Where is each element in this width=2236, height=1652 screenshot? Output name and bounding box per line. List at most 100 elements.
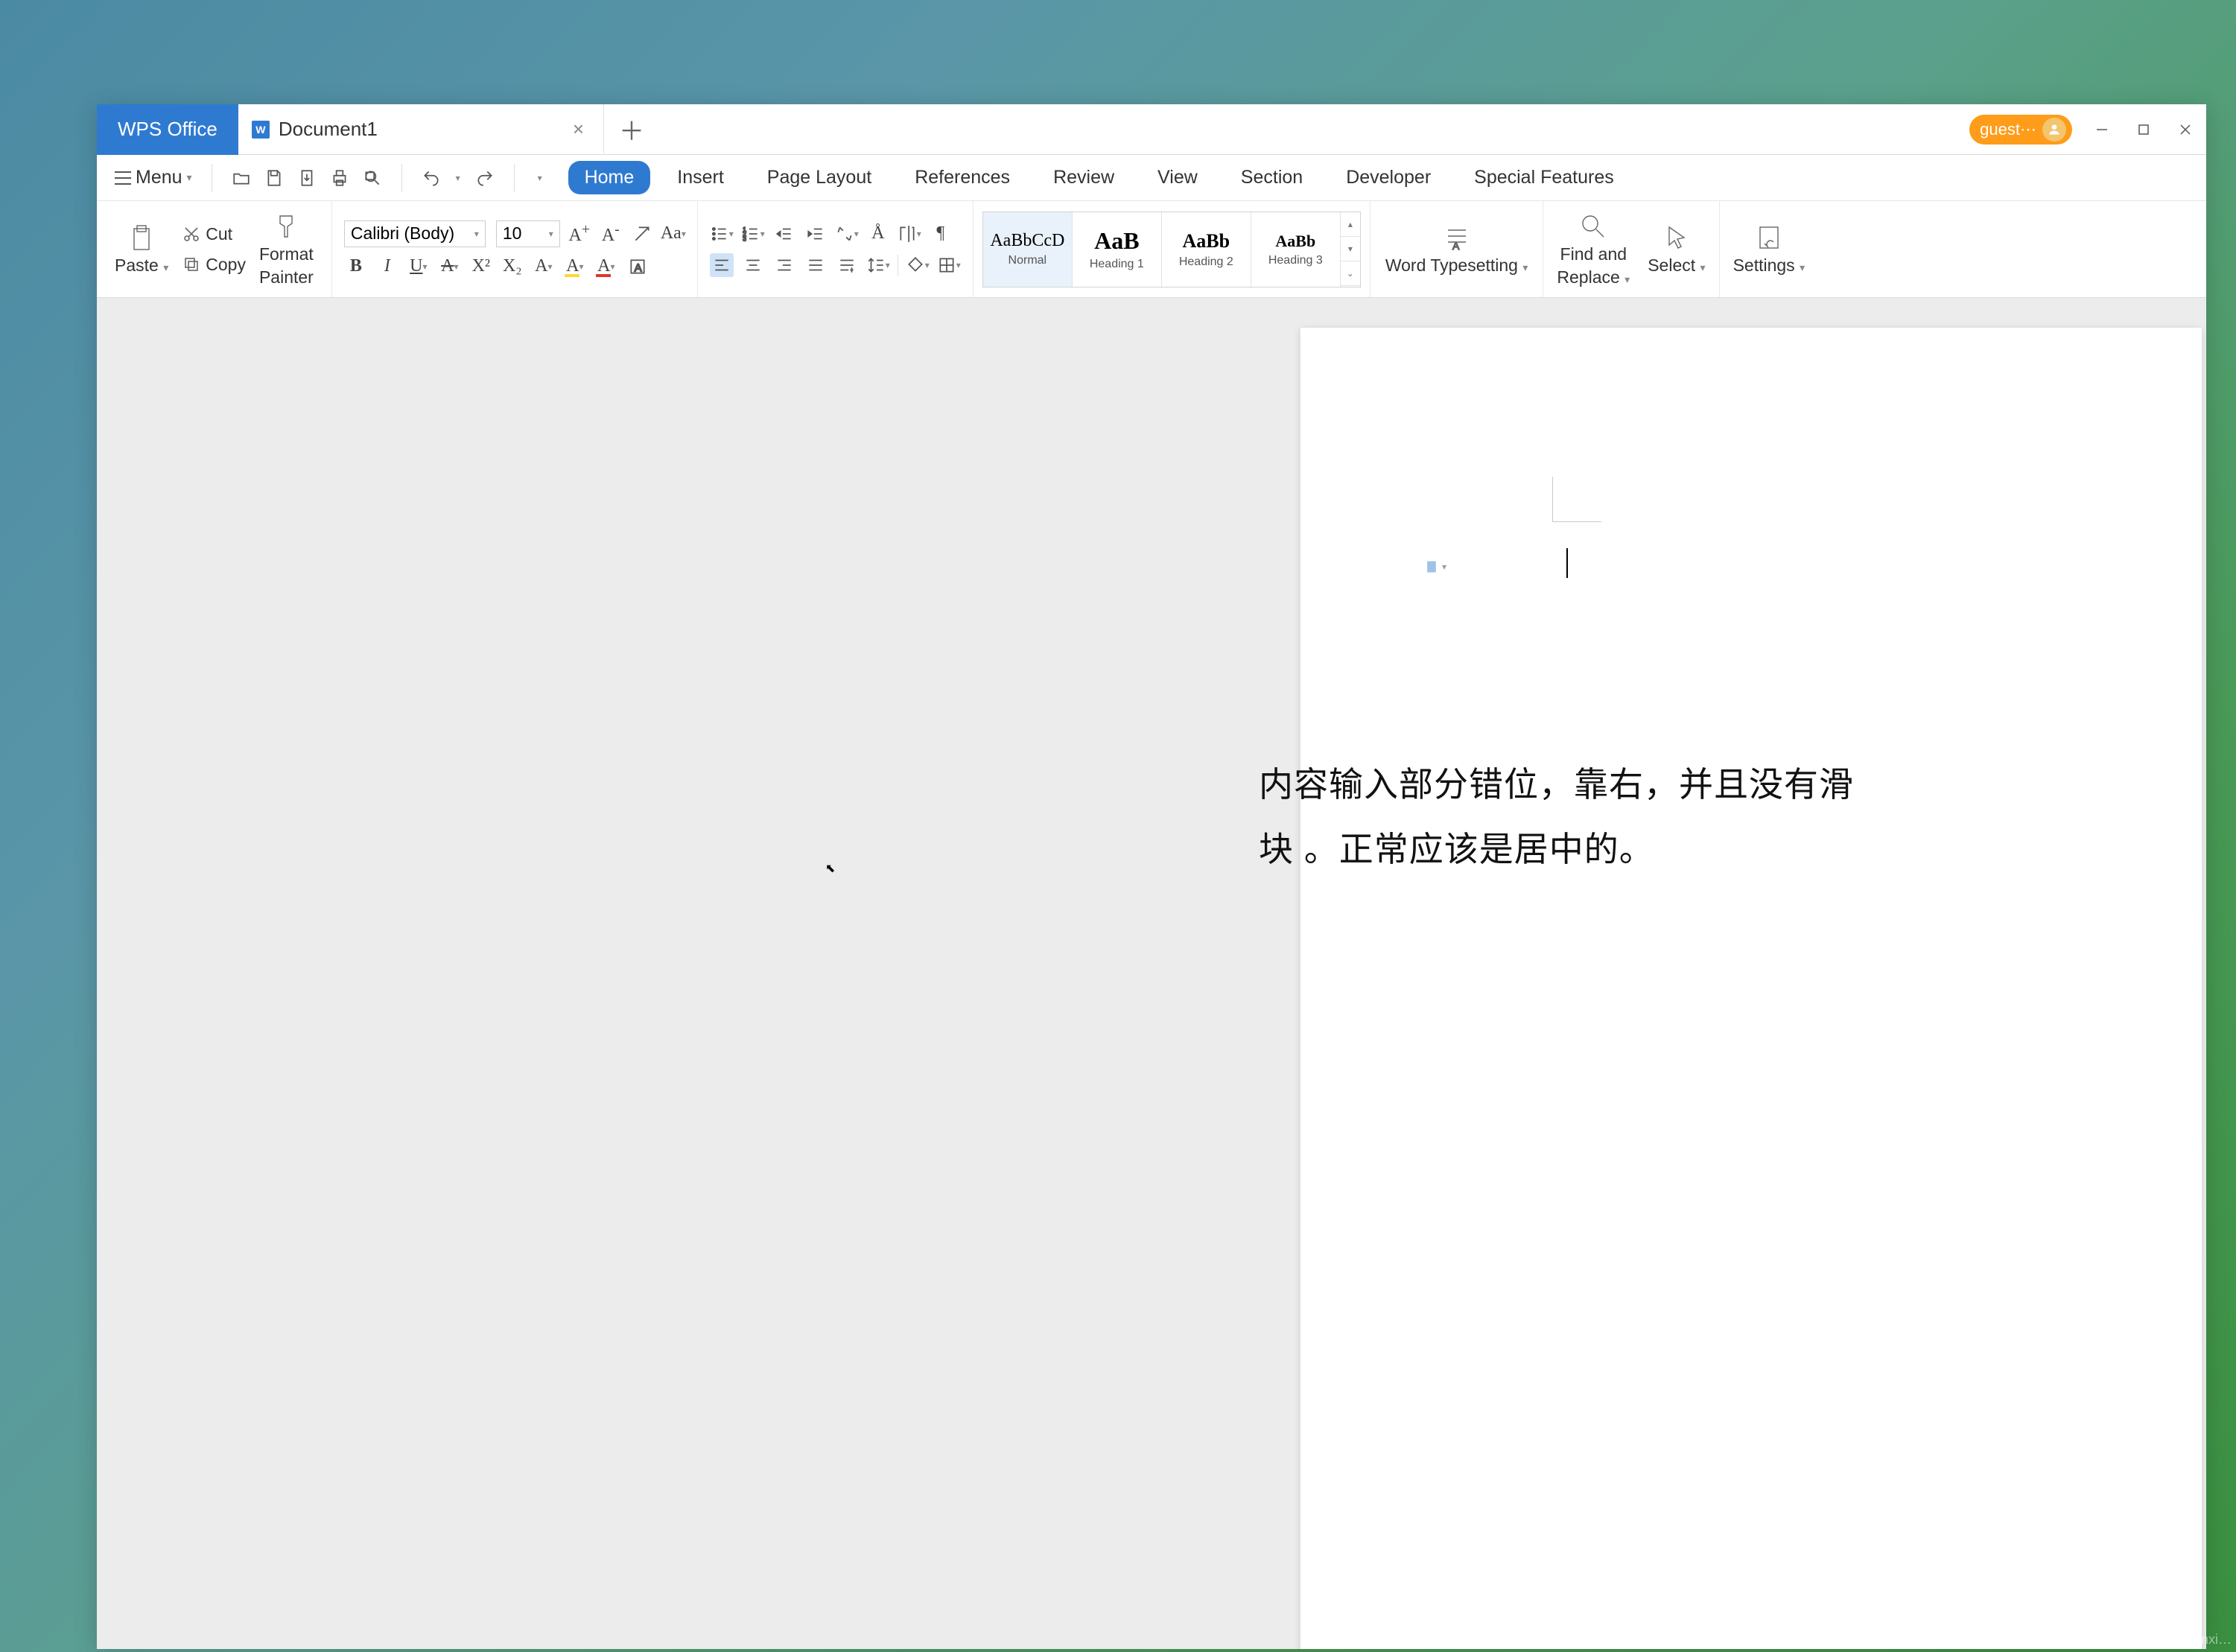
numbering-icon[interactable]: 123▾ [741,222,765,246]
print-preview-icon[interactable] [361,167,384,189]
align-left-icon[interactable] [710,253,734,277]
avatar-icon [2042,118,2066,142]
cursor-icon [1662,223,1692,252]
tab-special-features[interactable]: Special Features [1458,161,1630,194]
tab-section[interactable]: Section [1225,161,1319,194]
bold-icon[interactable]: B [344,255,368,279]
bullets-icon[interactable]: ▾ [710,222,734,246]
char-shading-icon[interactable]: ▾ [898,222,921,246]
style-heading3[interactable]: AaBbHeading 3 [1251,212,1341,287]
styles-more[interactable]: ⌄ [1341,261,1360,286]
redo-icon[interactable] [474,167,496,189]
search-icon [1578,212,1608,241]
styles-scroll: ▴▾⌄ [1341,212,1360,287]
group-font: Calibri (Body)▾ 10▾ A+ A- Aa▾ B I U▾ A▾ … [332,201,698,297]
user-label: guest⋯ [1980,120,2036,139]
hamburger-icon [115,171,131,185]
font-color-icon[interactable]: A▾ [594,255,618,279]
distribute-icon[interactable] [835,253,859,277]
strikethrough-icon[interactable]: A▾ [438,255,462,279]
char-border-icon[interactable]: A [626,255,649,279]
justify-icon[interactable] [804,253,828,277]
undo-icon[interactable] [420,167,442,189]
superscript-icon[interactable]: X² [469,255,493,279]
document-page[interactable]: ▾ [1300,328,2202,1649]
close-tab-icon[interactable]: × [573,118,584,141]
tab-view[interactable]: View [1141,161,1214,194]
group-editing: Find and Replace ▾ Select ▾ [1543,201,1719,297]
tab-references[interactable]: References [898,161,1026,194]
find-replace-button[interactable]: Find and Replace ▾ [1548,212,1639,287]
tab-page-layout[interactable]: Page Layout [751,161,888,194]
svg-text:A: A [1452,240,1460,252]
ribbon: Paste ▾ Cut Copy Format Painter Calibri … [97,201,2206,298]
increase-indent-icon[interactable] [804,222,828,246]
style-heading2[interactable]: AaBbHeading 2 [1162,212,1251,287]
save-icon[interactable] [263,167,285,189]
minimize-button[interactable] [2081,112,2123,147]
font-name-field[interactable]: Calibri (Body)▾ [344,220,486,247]
undo-dropdown[interactable]: ▾ [453,166,463,190]
user-badge[interactable]: guest⋯ [1969,115,2072,144]
cut-copy: Cut Copy [177,221,250,278]
annotation-text: 内容输入部分错位，靠右，并且没有滑块 。正常应该是居中的。 [1259,752,1855,883]
style-heading1[interactable]: AaBHeading 1 [1073,212,1162,287]
separator [401,164,402,192]
group-paragraph: ▾ 123▾ ▾ Å ▾ ¶ ▾ ▾ ▾ [698,201,974,297]
settings-button[interactable]: Settings ▾ [1724,223,1814,275]
copy-button[interactable]: Copy [177,252,250,278]
maximize-button[interactable] [2123,112,2164,147]
subscript-icon[interactable]: X₂ [501,255,524,279]
shading-icon[interactable]: ▾ [906,253,930,277]
paste-button[interactable]: Paste ▾ [106,223,177,275]
change-case-icon[interactable]: Aa▾ [661,222,685,246]
paragraph-options-icon[interactable]: ▾ [1424,556,1446,578]
open-icon[interactable] [230,167,252,189]
grow-font-icon[interactable]: A+ [568,222,591,246]
select-button[interactable]: Select ▾ [1639,223,1714,275]
cut-button[interactable]: Cut [177,221,250,247]
mouse-pointer: ⬉ [825,861,835,876]
print-icon[interactable] [328,167,351,189]
styles-up[interactable]: ▴ [1341,212,1360,237]
copy-icon [182,255,201,274]
tab-home[interactable]: Home [568,161,651,194]
paste-icon [127,223,156,252]
show-marks-icon[interactable]: ¶ [929,222,953,246]
font-size-field[interactable]: 10▾ [496,220,560,247]
text-direction-icon[interactable]: ▾ [835,222,859,246]
chevron-down-icon: ▾ [187,171,192,184]
title-bar: WPS Office W Document1 × ＋ guest⋯ [97,104,2206,155]
format-painter-button[interactable]: Format Painter [250,212,323,287]
chevron-down-icon: ▾ [163,261,168,273]
italic-icon[interactable]: I [375,255,399,279]
clear-format-icon[interactable] [630,222,654,246]
customize-qa-dropdown[interactable]: ▾ [533,166,547,190]
word-typesetting-button[interactable]: A Word Typesetting ▾ [1376,223,1537,275]
document-tab[interactable]: W Document1 × [238,104,604,155]
tab-review[interactable]: Review [1037,161,1131,194]
tab-insert[interactable]: Insert [661,161,740,194]
styles-down[interactable]: ▾ [1341,237,1360,261]
scissors-icon [182,224,201,244]
app-window: WPS Office W Document1 × ＋ guest⋯ Menu ▾ [97,104,2206,1649]
highlight-icon[interactable]: A▾ [563,255,587,279]
borders-icon[interactable]: ▾ [937,253,961,277]
menu-button[interactable]: Menu ▾ [106,162,201,193]
align-center-icon[interactable] [741,253,765,277]
quick-access: ▾ ▾ [223,164,555,192]
app-tab[interactable]: WPS Office [97,104,238,155]
shrink-font-icon[interactable]: A- [599,222,623,246]
line-spacing-icon[interactable]: ▾ [866,253,890,277]
underline-icon[interactable]: U▾ [407,255,431,279]
align-right-icon[interactable] [772,253,796,277]
close-window-button[interactable] [2164,112,2206,147]
tab-developer[interactable]: Developer [1330,161,1447,194]
phonetic-guide-icon[interactable]: Å [866,222,890,246]
new-tab-button[interactable]: ＋ [604,111,659,147]
text-effects-icon[interactable]: A▾ [532,255,556,279]
document-area[interactable]: ⬉ ▾ [97,298,2206,1649]
decrease-indent-icon[interactable] [772,222,796,246]
style-normal[interactable]: AaBbCcDNormal [983,212,1073,287]
export-icon[interactable] [296,167,318,189]
